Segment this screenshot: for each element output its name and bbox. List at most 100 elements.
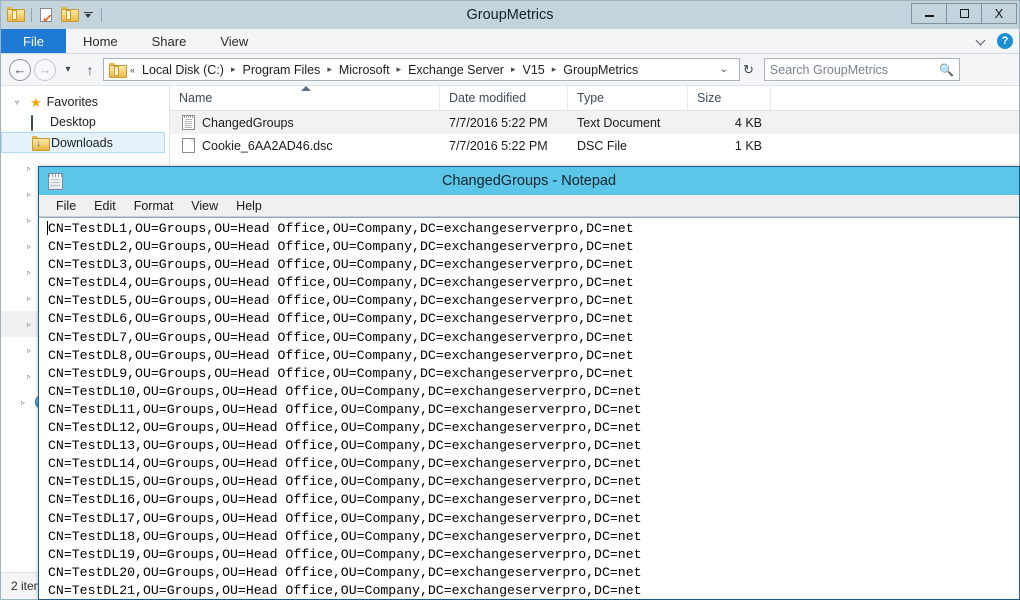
breadcrumb-separator-icon: ▸ <box>229 64 238 75</box>
table-row[interactable]: ChangedGroups 7/7/2016 5:22 PM Text Docu… <box>170 111 1019 134</box>
notepad-line: CN=TestDL8,OU=Groups,OU=Head Office,OU=C… <box>48 347 1019 365</box>
notepad-line: CN=TestDL14,OU=Groups,OU=Head Office,OU=… <box>48 455 1019 473</box>
breadcrumb-microsoft[interactable]: Microsoft <box>335 63 394 77</box>
expander-triangle-icon[interactable]: ▹ <box>27 372 37 381</box>
column-header-size[interactable]: Size <box>688 86 771 110</box>
sidebar-item-favorites[interactable]: ▿ ★ Favorites <box>1 92 169 112</box>
sidebar-item-label: Favorites <box>47 95 98 109</box>
breadcrumb-separator-icon: ▸ <box>325 64 334 75</box>
sidebar-item-desktop[interactable]: Desktop <box>1 112 169 132</box>
properties-icon[interactable]: ✓ <box>39 7 56 24</box>
chevron-down-icon[interactable] <box>976 35 988 47</box>
notepad-line: CN=TestDL7,OU=Groups,OU=Head Office,OU=C… <box>48 329 1019 347</box>
menu-view[interactable]: View <box>182 195 227 217</box>
folder-icon[interactable] <box>7 7 24 24</box>
notepad-line: CN=TestDL9,OU=Groups,OU=Head Office,OU=C… <box>48 365 1019 383</box>
notepad-line: CN=TestDL16,OU=Groups,OU=Head Office,OU=… <box>48 491 1019 509</box>
breadcrumb-separator-icon: ▸ <box>509 64 518 75</box>
tab-home[interactable]: Home <box>66 29 135 53</box>
help-icon[interactable]: ? <box>997 33 1013 49</box>
notepad-menubar: File Edit Format View Help <box>39 195 1019 217</box>
text-document-icon <box>182 115 195 130</box>
breadcrumb-exchange-server[interactable]: Exchange Server <box>404 63 508 77</box>
file-date-cell: 7/7/2016 5:22 PM <box>440 139 568 153</box>
breadcrumb-local-disk[interactable]: Local Disk (C:) <box>138 63 228 77</box>
address-folder-icon <box>109 63 124 76</box>
expander-triangle-icon[interactable]: ▹ <box>27 242 37 251</box>
tab-share[interactable]: Share <box>135 29 204 53</box>
file-name-cell: Cookie_6AA2AD46.dsc <box>170 138 440 153</box>
sidebar-item-downloads[interactable]: ↓ Downloads <box>1 132 165 153</box>
notepad-line: CN=TestDL10,OU=Groups,OU=Head Office,OU=… <box>48 383 1019 401</box>
search-icon[interactable]: 🔍 <box>939 63 954 77</box>
expander-triangle-icon[interactable]: ▹ <box>27 216 37 225</box>
refresh-icon[interactable]: ↻ <box>743 62 757 78</box>
customize-qat-icon[interactable] <box>83 10 94 21</box>
breadcrumb-v15[interactable]: V15 <box>519 63 549 77</box>
notepad-window: ChangedGroups - Notepad File Edit Format… <box>38 166 1020 600</box>
column-header-label: Date modified <box>449 91 526 105</box>
star-icon: ★ <box>30 96 42 109</box>
file-size-cell: 1 KB <box>688 139 771 153</box>
file-name-label: Cookie_6AA2AD46.dsc <box>202 139 333 153</box>
menu-file[interactable]: File <box>47 195 85 217</box>
file-type-cell: DSC File <box>568 139 688 153</box>
address-bar[interactable]: « Local Disk (C:) ▸ Program Files ▸ Micr… <box>103 58 740 81</box>
notepad-window-title: ChangedGroups - Notepad <box>39 173 1019 189</box>
file-list-column-headers: Name Date modified Type Size <box>170 86 1019 111</box>
menu-help[interactable]: Help <box>227 195 271 217</box>
notepad-line: CN=TestDL2,OU=Groups,OU=Head Office,OU=C… <box>48 238 1019 256</box>
back-button[interactable]: ← <box>9 59 31 81</box>
close-button[interactable]: X <box>981 3 1017 24</box>
file-name-label: ChangedGroups <box>202 116 294 130</box>
notepad-line: CN=TestDL19,OU=Groups,OU=Head Office,OU=… <box>48 546 1019 564</box>
notepad-line: CN=TestDL11,OU=Groups,OU=Head Office,OU=… <box>48 401 1019 419</box>
expander-triangle-icon[interactable]: ▹ <box>27 164 37 173</box>
tab-file[interactable]: File <box>1 29 66 53</box>
expander-triangle-icon[interactable]: ▹ <box>27 346 37 355</box>
notepad-line: CN=TestDL6,OU=Groups,OU=Head Office,OU=C… <box>48 310 1019 328</box>
table-row[interactable]: Cookie_6AA2AD46.dsc 7/7/2016 5:22 PM DSC… <box>170 134 1019 157</box>
notepad-text-lines: CN=TestDL1,OU=Groups,OU=Head Office,OU=C… <box>48 220 1019 599</box>
column-header-date-modified[interactable]: Date modified <box>440 86 568 110</box>
column-header-type[interactable]: Type <box>568 86 688 110</box>
file-name-cell: ChangedGroups <box>170 115 440 130</box>
forward-button[interactable]: → <box>34 59 56 81</box>
search-box[interactable]: Search GroupMetrics 🔍 <box>764 58 960 81</box>
file-date-cell: 7/7/2016 5:22 PM <box>440 116 568 130</box>
address-dropdown-icon[interactable]: ⌄ <box>716 64 735 75</box>
sort-ascending-icon <box>301 86 311 91</box>
notepad-line: CN=TestDL3,OU=Groups,OU=Head Office,OU=C… <box>48 256 1019 274</box>
breadcrumb-separator-icon: ▸ <box>395 64 404 75</box>
file-size-cell: 4 KB <box>688 116 771 130</box>
new-folder-icon[interactable] <box>61 7 78 24</box>
expander-triangle-icon[interactable]: ▹ <box>27 268 37 277</box>
recent-locations-button[interactable]: ▾ <box>59 64 77 75</box>
file-type-cell: Text Document <box>568 116 688 130</box>
expander-triangle-icon[interactable]: ▹ <box>27 294 37 303</box>
sidebar-item-label: Downloads <box>51 136 113 150</box>
maximize-button[interactable] <box>946 3 982 24</box>
expander-triangle-icon[interactable]: ▹ <box>21 398 31 407</box>
expander-triangle-icon[interactable]: ▿ <box>15 98 25 107</box>
breadcrumb-groupmetrics[interactable]: GroupMetrics <box>559 63 642 77</box>
expander-triangle-icon[interactable]: ▹ <box>27 190 37 199</box>
tab-view[interactable]: View <box>203 29 265 53</box>
minimize-button[interactable] <box>911 3 947 24</box>
expander-triangle-icon[interactable]: ▹ <box>27 320 37 329</box>
notepad-line: CN=TestDL15,OU=Groups,OU=Head Office,OU=… <box>48 473 1019 491</box>
up-button[interactable]: ↑ <box>80 62 100 78</box>
notepad-line: CN=TestDL4,OU=Groups,OU=Head Office,OU=C… <box>48 274 1019 292</box>
column-header-name[interactable]: Name <box>170 86 440 110</box>
close-icon: X <box>995 6 1004 21</box>
menu-edit[interactable]: Edit <box>85 195 125 217</box>
column-header-label: Size <box>697 91 721 105</box>
column-header-label: Name <box>179 91 212 105</box>
notepad-line: CN=TestDL5,OU=Groups,OU=Head Office,OU=C… <box>48 292 1019 310</box>
breadcrumb-overflow-icon[interactable]: « <box>128 65 137 75</box>
notepad-text-area[interactable]: CN=TestDL1,OU=Groups,OU=Head Office,OU=C… <box>39 217 1019 599</box>
breadcrumb-program-files[interactable]: Program Files <box>239 63 325 77</box>
menu-format[interactable]: Format <box>125 195 183 217</box>
notepad-line: CN=TestDL17,OU=Groups,OU=Head Office,OU=… <box>48 510 1019 528</box>
text-caret <box>47 221 48 235</box>
